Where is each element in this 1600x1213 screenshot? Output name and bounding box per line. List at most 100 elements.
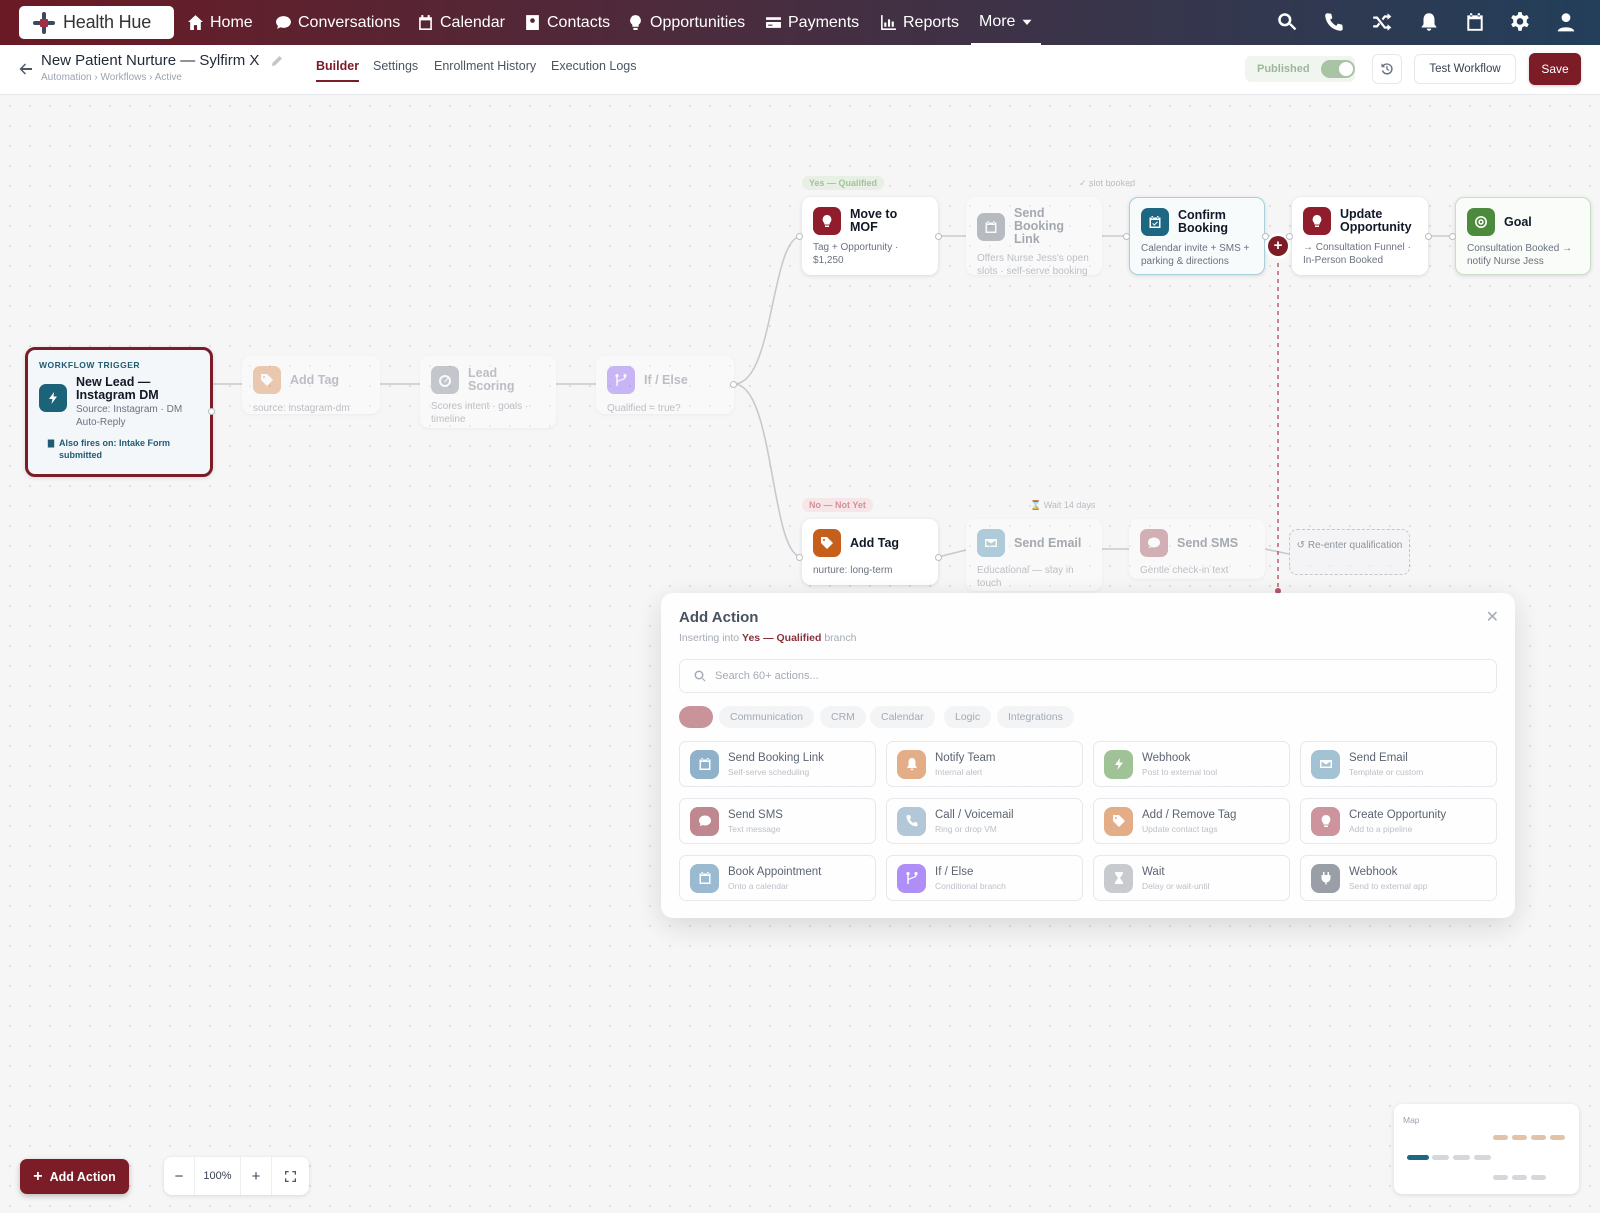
workflow-canvas[interactable]: WORKFLOW TRIGGER New Lead — Instagram DM…: [0, 96, 1600, 1213]
chip-integrations[interactable]: Integrations: [997, 706, 1074, 728]
nav-home[interactable]: Home: [187, 0, 253, 45]
nav-reports[interactable]: Reports: [880, 0, 959, 45]
tab-settings[interactable]: Settings: [373, 59, 418, 80]
insert-step-button[interactable]: +: [1268, 236, 1288, 256]
add-action-modal: Add Action Inserting into Yes — Qualifie…: [661, 593, 1515, 918]
action-wait[interactable]: Wait Delay or wait-until: [1093, 855, 1290, 901]
action-create-opportunity[interactable]: Create Opportunity Add to a pipeline: [1300, 798, 1497, 844]
port[interactable]: [1123, 233, 1130, 240]
port[interactable]: [730, 381, 737, 388]
calendar-icon[interactable]: [1464, 11, 1486, 33]
action-send-email[interactable]: Send Email Template or custom: [1300, 741, 1497, 787]
wait-label: ⌛ Wait 14 days: [1030, 500, 1096, 510]
port[interactable]: [1449, 233, 1456, 240]
bell-icon: [897, 749, 926, 779]
port[interactable]: [1262, 233, 1269, 240]
search-placeholder: Search 60+ actions...: [715, 670, 819, 682]
nav-payments[interactable]: Payments: [765, 0, 859, 45]
brand-name: Health Hue: [63, 12, 152, 32]
zoom-level: 100%: [203, 1170, 232, 1182]
workflow-title[interactable]: New Patient Nurture — Sylfirm X: [41, 52, 259, 69]
action-add-remove-tag[interactable]: Add / Remove Tag Update contact tags: [1093, 798, 1290, 844]
branch-name: Yes — Qualified: [742, 632, 822, 644]
action-search-input[interactable]: Search 60+ actions...: [679, 659, 1497, 693]
nav-opportunities[interactable]: Opportunities: [627, 0, 745, 45]
chip-crm[interactable]: CRM: [820, 706, 866, 728]
step-update-opportunity[interactable]: Update Opportunity → Consultation Funnel…: [1292, 197, 1428, 275]
gear-icon[interactable]: [1509, 11, 1531, 33]
chip-logic[interactable]: Logic: [944, 706, 992, 728]
edit-pencil-icon[interactable]: [271, 54, 283, 66]
user-icon[interactable]: [1555, 11, 1577, 33]
phone-icon: [897, 806, 926, 836]
history-icon: [1381, 63, 1393, 75]
action-notify-team[interactable]: Notify Team Internal alert: [886, 741, 1083, 787]
step-sub: Gentle check-in text: [1140, 565, 1229, 576]
step-send-booking-link[interactable]: Send Booking Link Offers Nurse Jess's op…: [966, 197, 1102, 277]
step-send-sms[interactable]: Send SMS Gentle check-in text: [1129, 519, 1265, 579]
bell-icon[interactable]: [1418, 11, 1440, 33]
zoom-out-button[interactable]: −: [164, 1168, 194, 1185]
step-move-to-mof[interactable]: Move to MOF Tag + Opportunity · $1,250: [802, 197, 938, 275]
plus-icon: +: [33, 1167, 43, 1185]
tab-execution-logs[interactable]: Execution Logs: [551, 59, 636, 80]
chip-all[interactable]: [679, 706, 713, 728]
search-icon[interactable]: [1276, 11, 1298, 33]
nav-contacts[interactable]: Contacts: [524, 0, 610, 45]
step-add-tag[interactable]: Add Tag source: instagram-dm: [242, 356, 380, 414]
trigger-port[interactable]: [208, 408, 215, 415]
step-if-else[interactable]: If / Else Qualified = true?: [596, 356, 734, 414]
port[interactable]: [935, 233, 942, 240]
port[interactable]: [935, 554, 942, 561]
step-goal[interactable]: Goal Consultation Booked → notify Nurse …: [1455, 197, 1591, 275]
action-if-else[interactable]: If / Else Conditional branch: [886, 855, 1083, 901]
workflow-trigger-node[interactable]: WORKFLOW TRIGGER New Lead — Instagram DM…: [25, 347, 215, 477]
action-webhook-send[interactable]: Webhook Send to external app: [1300, 855, 1497, 901]
add-action-button[interactable]: + Add Action: [20, 1159, 129, 1194]
top-nav: Health Hue Home Conversations Calendar C…: [0, 0, 1600, 45]
close-icon[interactable]: ✕: [1486, 607, 1499, 627]
action-webhook-post[interactable]: Webhook Post to external tool: [1093, 741, 1290, 787]
target-icon: [1467, 208, 1495, 236]
step-lead-scoring[interactable]: Lead Scoring Scores intent · goals · tim…: [420, 356, 556, 428]
zoom-in-button[interactable]: +: [241, 1168, 271, 1185]
nav-calendar[interactable]: Calendar: [417, 0, 505, 45]
lightbulb-icon: [1311, 806, 1340, 836]
re-enter-qualification[interactable]: ↺ Re-enter qualification: [1289, 529, 1410, 575]
toggle-switch[interactable]: [1321, 60, 1355, 78]
port[interactable]: [1425, 233, 1432, 240]
action-send-booking-link[interactable]: Send Booking Link Self-serve scheduling: [679, 741, 876, 787]
test-workflow-button[interactable]: Test Workflow: [1414, 54, 1516, 84]
chart-icon: [881, 15, 896, 30]
tab-builder[interactable]: Builder: [316, 59, 360, 82]
lightbulb-icon: [813, 207, 841, 235]
modal-subtitle: Inserting into Yes — Qualified branch: [679, 632, 857, 644]
published-toggle[interactable]: Published: [1245, 56, 1355, 82]
back-arrow-icon[interactable]: [16, 59, 36, 79]
brand-logo[interactable]: Health Hue: [19, 6, 174, 39]
port[interactable]: [796, 233, 803, 240]
tag-icon: [1104, 806, 1133, 836]
step-send-email[interactable]: Send Email Educational — stay in touch: [966, 519, 1102, 591]
shuffle-icon[interactable]: [1371, 11, 1393, 33]
chip-calendar[interactable]: Calendar: [870, 706, 935, 728]
action-call-voicemail[interactable]: Call / Voicemail Ring or drop VM: [886, 798, 1083, 844]
phone-icon[interactable]: [1323, 11, 1345, 33]
step-confirm-booking[interactable]: Confirm Booking Calendar invite + SMS + …: [1129, 197, 1265, 275]
nav-more[interactable]: More: [971, 0, 1042, 45]
save-button[interactable]: Save: [1529, 53, 1581, 85]
action-send-sms[interactable]: Send SMS Text message: [679, 798, 876, 844]
chip-communication[interactable]: Communication: [719, 706, 814, 728]
chat-icon: [276, 16, 291, 29]
nav-conversations[interactable]: Conversations: [275, 0, 400, 45]
port[interactable]: [1286, 233, 1293, 240]
step-add-tag-nurture[interactable]: Add Tag nurture: long-term: [802, 519, 938, 585]
history-button[interactable]: [1372, 54, 1402, 84]
hourglass-icon: [1104, 863, 1133, 893]
lightning-icon: [1104, 749, 1133, 779]
tab-enrollment-history[interactable]: Enrollment History: [434, 59, 536, 80]
fit-view-icon[interactable]: [272, 1170, 309, 1182]
port[interactable]: [796, 554, 803, 561]
action-book-appointment[interactable]: Book Appointment Onto a calendar: [679, 855, 876, 901]
minimap[interactable]: Map: [1394, 1104, 1579, 1194]
